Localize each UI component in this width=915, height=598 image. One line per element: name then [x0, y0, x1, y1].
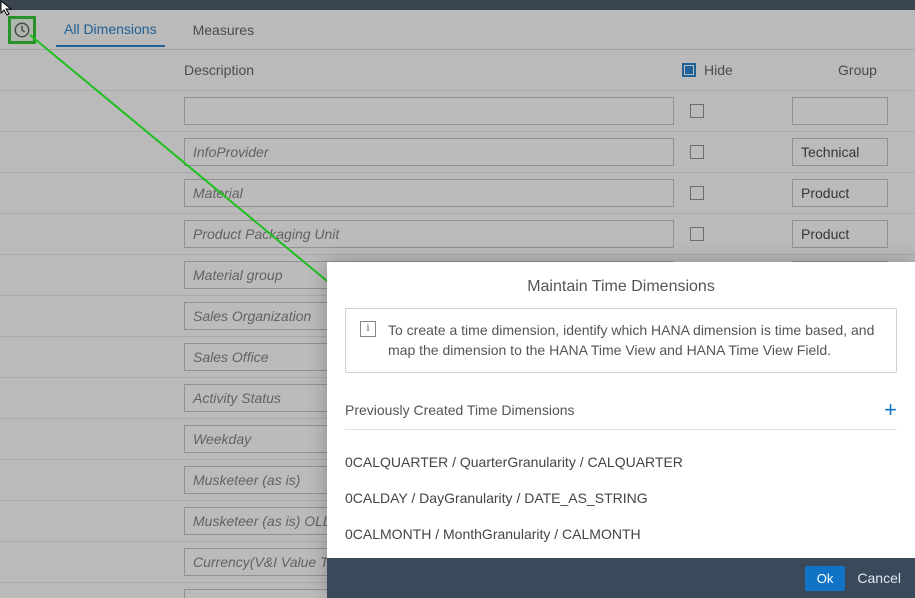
- table-row: Product Packaging Unit Product: [0, 213, 915, 254]
- hide-checkbox[interactable]: [690, 186, 704, 200]
- time-dimension-button[interactable]: [8, 16, 36, 44]
- window-titlebar: [0, 0, 915, 10]
- info-text: To create a time dimension, identify whi…: [388, 321, 882, 360]
- section-label: Previously Created Time Dimensions: [345, 402, 575, 418]
- list-item[interactable]: 0CALQUARTER / QuarterGranularity / CALQU…: [345, 444, 897, 480]
- maintain-time-dimensions-dialog: Maintain Time Dimensions i To create a t…: [327, 262, 915, 598]
- tab-measures[interactable]: Measures: [185, 14, 262, 46]
- tabs-row: All Dimensions Measures: [0, 10, 915, 50]
- hide-all-checkbox[interactable]: [682, 63, 696, 77]
- column-header-group: Group: [800, 62, 915, 78]
- description-input[interactable]: [184, 97, 674, 125]
- description-input[interactable]: Product Packaging Unit: [184, 220, 674, 248]
- tab-all-dimensions[interactable]: All Dimensions: [56, 13, 165, 47]
- hide-checkbox[interactable]: [690, 145, 704, 159]
- description-input[interactable]: Material: [184, 179, 674, 207]
- column-header-hide[interactable]: Hide: [682, 62, 800, 78]
- dialog-title: Maintain Time Dimensions: [327, 262, 915, 308]
- column-header-hide-label: Hide: [704, 62, 733, 78]
- list-item[interactable]: 0CALMONTH / MonthGranularity / CALMONTH: [345, 516, 897, 552]
- app-root: All Dimensions Measures Description Hide…: [0, 0, 915, 598]
- ok-button[interactable]: Ok: [805, 566, 846, 591]
- time-dimensions-list: 0CALQUARTER / QuarterGranularity / CALQU…: [327, 440, 915, 556]
- group-select[interactable]: Product: [792, 220, 888, 248]
- add-time-dimension-button[interactable]: +: [884, 399, 897, 421]
- list-item[interactable]: 0CALDAY / DayGranularity / DATE_AS_STRIN…: [345, 480, 897, 516]
- info-message: i To create a time dimension, identify w…: [345, 308, 897, 373]
- dialog-footer: Ok Cancel: [327, 558, 915, 598]
- table-row: [0, 90, 915, 131]
- description-input[interactable]: InfoProvider: [184, 138, 674, 166]
- previously-created-section: Previously Created Time Dimensions +: [345, 399, 897, 430]
- table-row: Material Product: [0, 172, 915, 213]
- group-select[interactable]: Product: [792, 179, 888, 207]
- cancel-button[interactable]: Cancel: [857, 570, 901, 586]
- hide-checkbox[interactable]: [690, 104, 704, 118]
- info-icon: i: [360, 321, 376, 337]
- table-row: InfoProvider Technical: [0, 131, 915, 172]
- group-select[interactable]: Technical: [792, 138, 888, 166]
- clock-icon: [13, 21, 31, 39]
- group-select[interactable]: [792, 97, 888, 125]
- column-header-description: Description: [184, 62, 682, 78]
- hide-checkbox[interactable]: [690, 227, 704, 241]
- column-headers: Description Hide Group: [0, 50, 915, 90]
